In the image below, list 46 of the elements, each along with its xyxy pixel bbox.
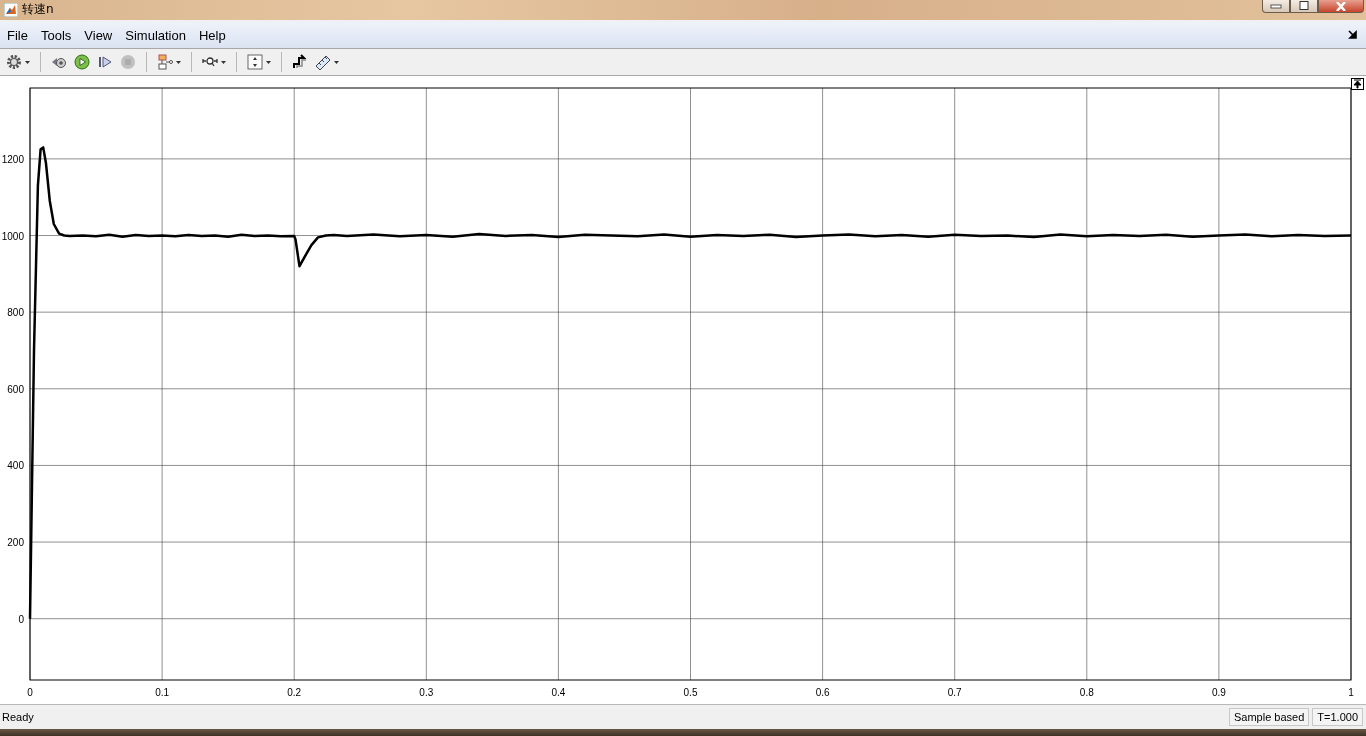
menu-item[interactable]: Simulation [119,25,192,45]
toolbar-button[interactable] [245,52,273,72]
menu-item[interactable]: View [78,25,119,45]
menu-item[interactable]: Tools [34,25,78,45]
tick-label: 0.6 [815,687,830,698]
tick-label: 0.3 [419,687,434,698]
ruler-icon [315,54,331,70]
tick-label: 0.1 [155,687,170,698]
pin-icon[interactable] [1351,78,1364,90]
menu-item[interactable]: Help [192,25,232,45]
tick-label: 1 [1348,687,1354,698]
tick-label: 0.5 [683,687,698,698]
toolbar-button[interactable] [4,52,32,72]
close-icon [1335,1,1347,11]
tick-label: 0.2 [287,687,302,698]
tick-label: 600 [7,383,24,395]
tick-label: 1000 [1,230,24,242]
tick-label: 1200 [1,153,24,165]
gear-icon [6,54,22,70]
window-title: 转速n [22,1,54,18]
maximize-icon [1298,1,1310,11]
status-field: Sample based [1229,708,1310,726]
menu-item[interactable]: File [1,25,34,45]
tick-label: 0.9 [1211,687,1226,698]
autoscale-icon [247,54,263,70]
tick-label: 0.4 [551,687,566,698]
step-signal-icon [292,54,308,70]
step-forward-icon [97,54,113,70]
status-field: T=1.000 [1312,708,1363,726]
status-message: Ready [2,711,35,723]
tick-label: 200 [7,537,24,549]
run-icon [74,54,90,70]
tick-label: 0 [18,613,24,625]
tick-label: 0.8 [1079,687,1094,698]
tick-label: 800 [7,307,24,319]
undock-icon[interactable] [1348,30,1358,39]
maximize-button[interactable] [1290,0,1318,13]
stop-icon [120,54,136,70]
app-icon [4,2,18,17]
block-diagram-icon [157,54,173,70]
close-button[interactable] [1318,0,1364,13]
tick-label: 400 [7,460,24,472]
minimize-button[interactable] [1262,0,1290,13]
tick-label: 0 [27,687,33,698]
tick-label: 0.7 [947,687,962,698]
minimize-icon [1270,3,1282,9]
